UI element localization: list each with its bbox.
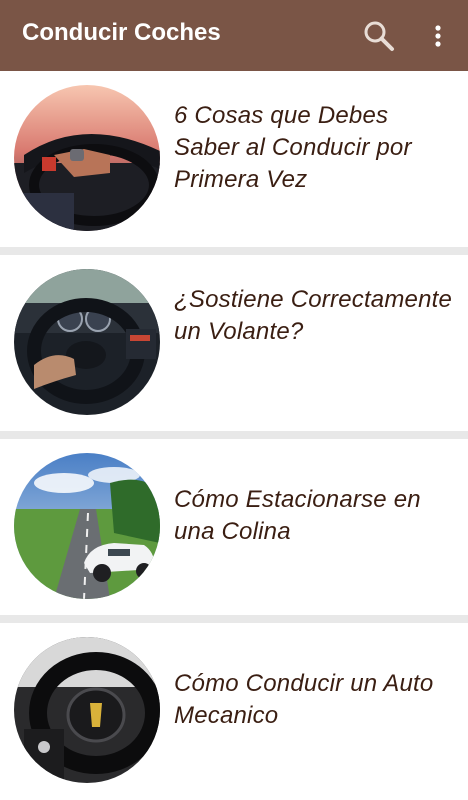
article-card[interactable]: ¿Sostiene Correctamente un Volante? xyxy=(0,255,468,431)
overflow-menu-icon xyxy=(435,25,441,47)
app-title: Conducir Coches xyxy=(22,19,221,46)
article-thumbnail xyxy=(14,85,160,231)
article-card[interactable]: Cómo Estacionarse en una Colina xyxy=(0,439,468,615)
article-thumbnail xyxy=(14,269,160,415)
article-thumbnail xyxy=(14,453,160,599)
article-title[interactable]: ¿Sostiene Correctamente un Volante? xyxy=(174,284,454,348)
search-button[interactable] xyxy=(360,18,398,54)
search-icon xyxy=(364,21,394,51)
article-card[interactable]: 6 Cosas que Debes Saber al Conducir por … xyxy=(0,71,468,247)
article-title[interactable]: 6 Cosas que Debes Saber al Conducir por … xyxy=(174,100,454,196)
article-title[interactable]: Cómo Conducir un Auto Mecanico xyxy=(174,668,454,732)
overflow-menu-button[interactable] xyxy=(426,20,450,52)
article-thumbnail xyxy=(14,637,160,783)
article-title[interactable]: Cómo Estacionarse en una Colina xyxy=(174,484,454,548)
app-bar: Conducir Coches xyxy=(0,0,468,71)
article-card[interactable]: Cómo Conducir un Auto Mecanico xyxy=(0,623,468,800)
